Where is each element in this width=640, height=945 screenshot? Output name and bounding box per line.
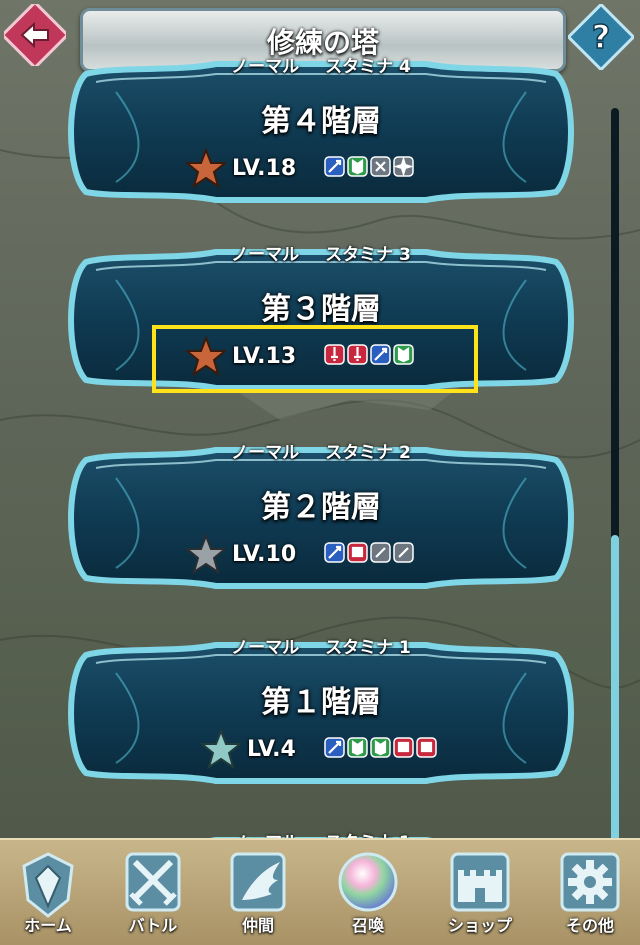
- red-tome-icon: [416, 736, 437, 758]
- lance-icon: [324, 736, 345, 758]
- gear-icon: [560, 852, 620, 912]
- nav-home[interactable]: ホーム: [0, 850, 96, 944]
- floor-info-row: LV.4: [201, 729, 439, 769]
- nav-shop[interactable]: ショップ: [432, 850, 528, 944]
- nav-label: 召喚: [351, 916, 384, 935]
- scrollbar-thumb[interactable]: [611, 535, 619, 848]
- weapon-badges: [324, 736, 439, 762]
- rank-star-icon: [186, 534, 226, 574]
- floor-difficulty: ノーマルスタミナ 1: [231, 638, 411, 658]
- floor-difficulty: ノーマル スタミナ 3: [231, 245, 411, 265]
- crossed-swords-icon: [125, 852, 181, 912]
- weapon-badges: [324, 155, 416, 181]
- enemy-level: LV.18: [232, 155, 297, 181]
- enemy-level: LV.10: [232, 541, 297, 567]
- nav-label: バトル: [128, 916, 178, 935]
- floor-info-row: LV.10: [186, 534, 416, 574]
- red-tome-icon: [347, 541, 368, 563]
- weapon-badges: [324, 541, 416, 567]
- floor-difficulty: ノーマル スタミナ 2: [231, 443, 411, 463]
- staff-icon: [370, 541, 391, 563]
- nav-allies[interactable]: 仲間: [210, 850, 306, 944]
- floor-name: 第３階層: [261, 292, 381, 327]
- castle-icon: [450, 852, 510, 912]
- floor-card-2[interactable]: ノーマル スタミナ 2 第２階層 LV.10: [56, 438, 586, 594]
- home-crest-icon: [22, 852, 74, 918]
- nav-other[interactable]: その他: [542, 850, 638, 944]
- staff-icon: [393, 541, 414, 563]
- shuriken-icon: [393, 155, 414, 177]
- nav-label: その他: [565, 916, 614, 935]
- floor-info-row: LV.18: [186, 148, 416, 188]
- rank-star-icon: [201, 729, 241, 769]
- enemy-level: LV.4: [247, 736, 296, 762]
- nav-label: 仲間: [241, 916, 274, 935]
- summon-orb-icon: [338, 852, 398, 912]
- floor-card-1[interactable]: ノーマル スタミナ 1 第１階層 LV.4: [56, 633, 586, 789]
- red-tome-icon: [393, 736, 414, 758]
- floor-name: 第１階層: [261, 685, 381, 720]
- highlight-box: [152, 325, 478, 393]
- help-label: ?: [592, 18, 611, 56]
- nav-label: ショップ: [447, 916, 512, 935]
- lance-icon: [324, 541, 345, 563]
- floor-difficulty: ノーマル スタミナ 4: [231, 57, 411, 77]
- wing-icon: [230, 852, 286, 912]
- green-tome-icon: [347, 155, 368, 177]
- floor-card-4[interactable]: ノーマル スタミナ 4 第４階層 LV.18: [56, 52, 586, 208]
- rank-star-icon: [186, 148, 226, 188]
- bottom-nav: ホーム バトル 仲間 召喚 ショップ その他: [0, 838, 640, 945]
- floor-name: 第２階層: [261, 490, 381, 525]
- floor-name: 第４階層: [261, 104, 381, 139]
- bow-icon: [370, 155, 391, 177]
- green-tome-icon: [347, 736, 368, 758]
- green-tome-icon: [370, 736, 391, 758]
- nav-label: ホーム: [24, 916, 72, 935]
- nav-battle[interactable]: バトル: [105, 850, 201, 944]
- nav-summon[interactable]: 召喚: [320, 850, 416, 944]
- lance-icon: [324, 155, 345, 177]
